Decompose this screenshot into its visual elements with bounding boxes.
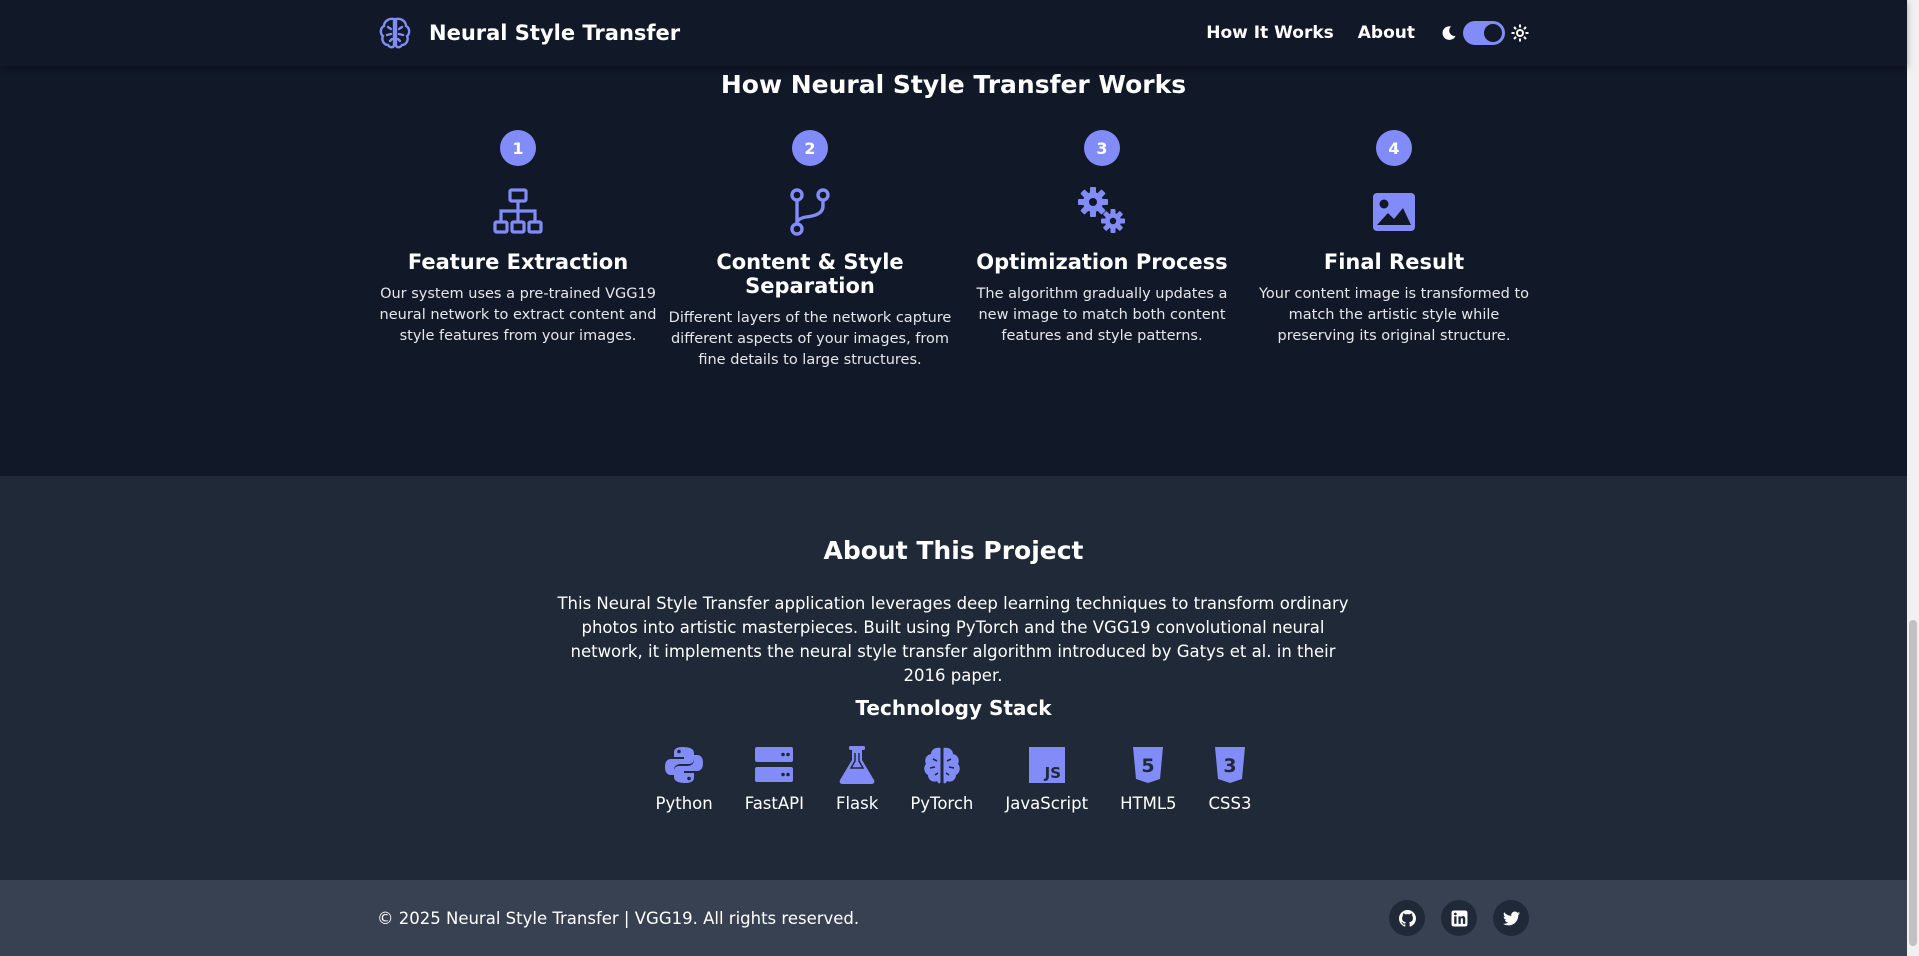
brain-icon bbox=[379, 17, 411, 49]
step-description: The algorithm gradually updates a new im… bbox=[976, 286, 1228, 344]
tech-label: PyTorch bbox=[910, 794, 974, 813]
brand-title: Neural Style Transfer bbox=[429, 21, 681, 45]
tech-item-html5: 5 HTML5 bbox=[1120, 744, 1177, 813]
scrollbar-thumb[interactable] bbox=[1909, 620, 1917, 946]
step-description: Our system uses a pre-trained VGG19 neur… bbox=[379, 286, 657, 344]
image-icon bbox=[1373, 193, 1415, 231]
step-card: 1 Feature Extraction Our system uses a p… bbox=[372, 130, 664, 371]
tech-stack-title: Technology Stack bbox=[855, 696, 1052, 720]
how-it-works-section: How Neural Style Transfer Works 1 Featur… bbox=[0, 66, 1907, 476]
about-text: This Neural Style Transfer application l… bbox=[557, 594, 1349, 685]
svg-text:5: 5 bbox=[1142, 755, 1155, 777]
server-icon bbox=[755, 747, 794, 782]
about-section: About This Project This Neural Style Tra… bbox=[0, 476, 1907, 880]
tech-item-fastapi: FastAPI bbox=[745, 744, 804, 813]
twitter-icon bbox=[1502, 911, 1520, 925]
copyright-text: © 2025 Neural Style Transfer | VGG19. Al… bbox=[377, 908, 860, 928]
step-title: Feature Extraction bbox=[407, 250, 629, 274]
navbar-inner: Neural Style Transfer How It Works About bbox=[377, 0, 1529, 66]
toggle-switch[interactable] bbox=[1463, 21, 1505, 45]
step-number: 2 bbox=[792, 130, 828, 166]
step-card: 4 Final Result Your content image is tra… bbox=[1248, 130, 1540, 371]
svg-text:JS: JS bbox=[1043, 764, 1060, 782]
tech-item-python: Python bbox=[656, 744, 713, 813]
step-number: 3 bbox=[1084, 130, 1120, 166]
step-card: 2 Content & Style Separation Different l… bbox=[664, 130, 956, 371]
linkedin-link[interactable] bbox=[1441, 900, 1477, 936]
social-links bbox=[1389, 900, 1529, 936]
linkedin-icon bbox=[1451, 910, 1467, 926]
toggle-knob bbox=[1484, 24, 1502, 42]
nav-links: How It Works About bbox=[1182, 21, 1529, 45]
footer: © 2025 Neural Style Transfer | VGG19. Al… bbox=[0, 880, 1907, 956]
step-number: 4 bbox=[1376, 130, 1412, 166]
network-icon bbox=[493, 188, 543, 234]
github-icon bbox=[1398, 909, 1416, 927]
tech-label: Python bbox=[655, 794, 713, 813]
cogs-icon bbox=[1078, 187, 1125, 233]
tech-label: HTML5 bbox=[1120, 794, 1177, 813]
github-link[interactable] bbox=[1389, 900, 1425, 936]
step-description: Your content image is transformed to mat… bbox=[1258, 286, 1530, 344]
tech-label: CSS3 bbox=[1208, 794, 1252, 813]
twitter-link[interactable] bbox=[1493, 900, 1529, 936]
nav-link-how-it-works[interactable]: How It Works bbox=[1206, 23, 1334, 43]
theme-toggle[interactable] bbox=[1441, 21, 1529, 45]
tech-item-flask: Flask bbox=[836, 744, 878, 813]
step-title: Optimization Process bbox=[976, 250, 1228, 274]
step-title: Final Result bbox=[1323, 250, 1465, 274]
navbar: Neural Style Transfer How It Works About bbox=[0, 0, 1907, 66]
tech-item-pytorch: PyTorch bbox=[910, 744, 973, 813]
python-icon bbox=[665, 747, 704, 783]
page: Neural Style Transfer How It Works About bbox=[0, 0, 1907, 956]
step-card: 3 Optimization Process The algorithm gra… bbox=[956, 130, 1248, 371]
about-title: About This Project bbox=[823, 536, 1084, 565]
brand[interactable]: Neural Style Transfer bbox=[377, 15, 680, 51]
step-title: Content & Style Separation bbox=[716, 250, 904, 298]
flask-icon bbox=[839, 746, 875, 784]
tech-stack-list: Python FastAPI Flask PyTorch JS JavaScri… bbox=[0, 744, 1907, 813]
tech-item-css3: 3 CSS3 bbox=[1208, 744, 1252, 813]
css3-icon: 3 bbox=[1215, 747, 1245, 783]
brain-icon bbox=[924, 747, 960, 784]
tech-label: JavaScript bbox=[1005, 794, 1089, 813]
code-branch-icon bbox=[790, 188, 830, 236]
svg-text:3: 3 bbox=[1223, 755, 1236, 777]
step-number: 1 bbox=[500, 130, 536, 166]
step-description: Different layers of the network capture … bbox=[668, 310, 952, 368]
scrollbar[interactable] bbox=[1907, 0, 1919, 956]
how-it-works-title: How Neural Style Transfer Works bbox=[720, 70, 1187, 99]
tech-label: Flask bbox=[835, 794, 879, 813]
steps: 1 Feature Extraction Our system uses a p… bbox=[372, 130, 1540, 371]
sun-icon bbox=[1511, 24, 1529, 42]
moon-icon bbox=[1442, 26, 1456, 40]
html5-icon: 5 bbox=[1133, 747, 1164, 783]
js-icon: JS bbox=[1028, 747, 1065, 783]
footer-inner: © 2025 Neural Style Transfer | VGG19. Al… bbox=[377, 880, 1529, 956]
tech-label: FastAPI bbox=[744, 794, 804, 813]
tech-item-javascript: JS JavaScript bbox=[1005, 744, 1088, 813]
nav-link-about[interactable]: About bbox=[1358, 23, 1415, 43]
